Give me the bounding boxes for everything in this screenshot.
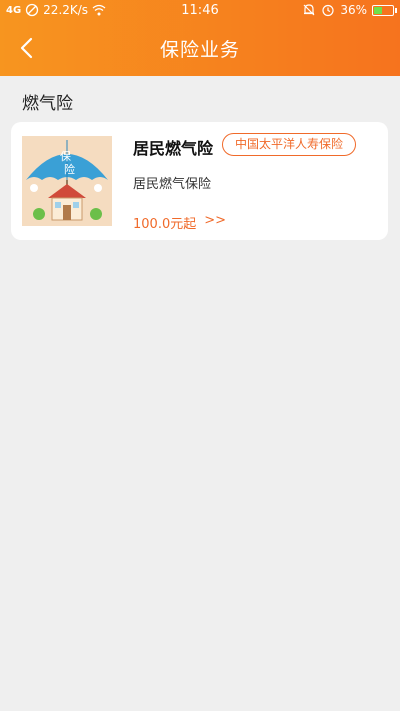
product-card[interactable]: 保 险 居民燃气险 中国太平洋人寿保险 居民燃气保险 100.0元起 >> xyxy=(11,122,388,240)
svg-text:保: 保 xyxy=(60,149,71,163)
more-link[interactable]: >> xyxy=(204,213,226,232)
svg-text:险: 险 xyxy=(64,162,75,176)
product-image: 保 险 xyxy=(22,136,112,226)
page-title: 保险业务 xyxy=(159,39,240,61)
battery-icon xyxy=(372,4,397,16)
price-row: 100.0元起 >> xyxy=(133,213,226,232)
product-price: 100.0元起 xyxy=(133,217,197,232)
alarm-icon xyxy=(322,4,334,17)
umbrella-house-illustration: 保 险 xyxy=(22,136,112,226)
product-description: 居民燃气保险 xyxy=(133,177,212,192)
section-title: 燃气险 xyxy=(22,94,73,114)
bell-off-icon xyxy=(303,4,315,16)
product-name: 居民燃气险 xyxy=(133,139,214,158)
nav-bar: 保险业务 xyxy=(0,22,400,76)
app-header: 4G 22.2K/s 11:46 36% 保险业务 xyxy=(0,0,400,76)
status-bar: 4G 22.2K/s 11:46 36% xyxy=(0,0,400,22)
battery-percent: 36% xyxy=(340,3,367,17)
company-badge: 中国太平洋人寿保险 xyxy=(222,133,357,156)
status-right: 36% xyxy=(302,3,397,17)
